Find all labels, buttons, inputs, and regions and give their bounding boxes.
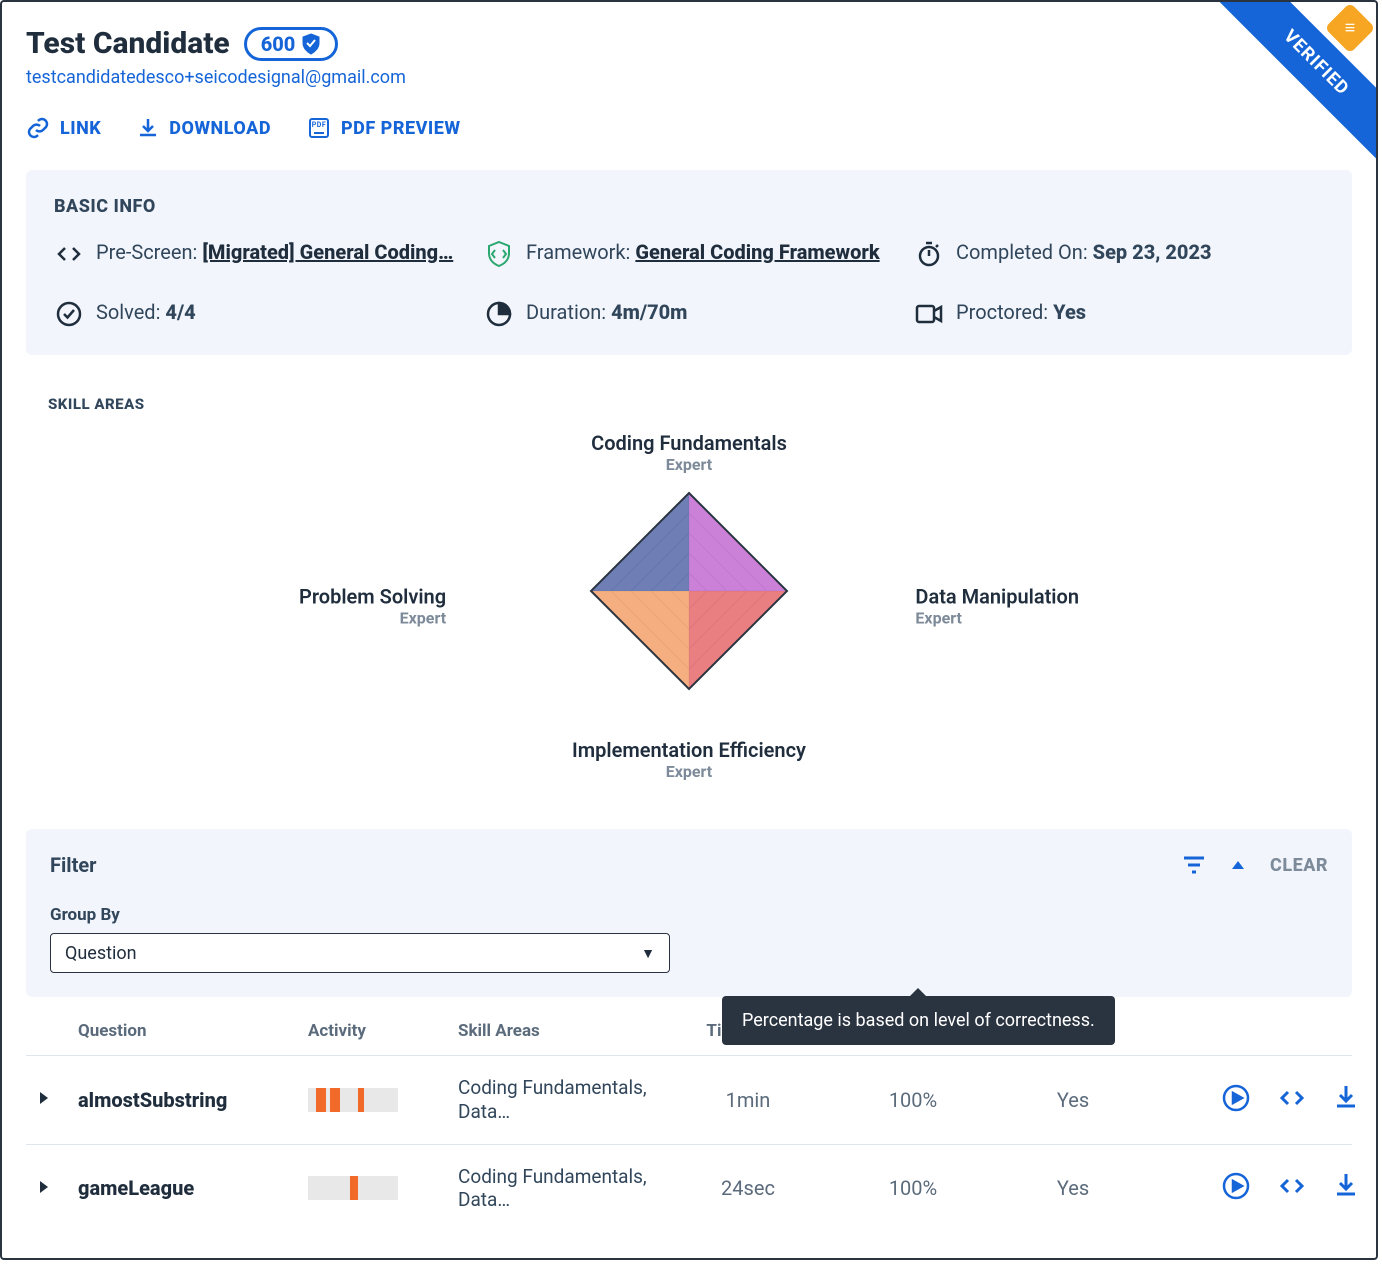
check-circle-icon xyxy=(54,299,84,329)
score-badge: 600 xyxy=(244,27,339,61)
question-name: almostSubstring xyxy=(78,1088,308,1112)
row-time: 24sec xyxy=(658,1176,838,1200)
skill-axis-bottom: Implementation Efficiency Expert xyxy=(572,738,806,781)
skill-areas-title: SKILL AREAS xyxy=(48,395,1330,413)
view-code-button[interactable] xyxy=(1278,1172,1306,1204)
camera-icon xyxy=(914,299,944,329)
groupby-select[interactable]: Question ▼ xyxy=(50,933,670,973)
filter-icon[interactable] xyxy=(1182,855,1206,875)
view-code-button[interactable] xyxy=(1278,1084,1306,1116)
shield-icon xyxy=(301,33,321,55)
groupby-value: Question xyxy=(65,943,137,964)
results-table: Question Activity Skill Areas Time Open … xyxy=(26,1021,1352,1232)
filter-panel: Filter CLEAR Group By Question ▼ xyxy=(26,829,1352,997)
col-question: Question xyxy=(78,1021,308,1041)
link-icon xyxy=(26,116,50,140)
row-skill-areas: Coding Fundamentals, Data… xyxy=(458,1165,658,1213)
row-score: 100% xyxy=(838,1176,988,1200)
svg-text:PDF: PDF xyxy=(312,121,326,129)
row-actions xyxy=(1158,1084,1358,1116)
basic-info-title: BASIC INFO xyxy=(54,196,1324,217)
skill-axis-top: Coding Fundamentals Expert xyxy=(591,431,787,474)
candidate-name: Test Candidate xyxy=(26,26,230,61)
clock-icon xyxy=(484,299,514,329)
row-submitted: Yes xyxy=(988,1088,1158,1112)
collapse-icon[interactable] xyxy=(1230,859,1246,871)
expand-row-button[interactable] xyxy=(38,1179,78,1198)
chevron-down-icon: ▼ xyxy=(641,945,655,962)
candidate-email: testcandidatedesco+seicodesignal@gmail.c… xyxy=(26,67,1352,88)
play-button[interactable] xyxy=(1222,1084,1250,1116)
table-row: gameLeague Coding Fundamentals, Data…24se… xyxy=(26,1144,1352,1233)
activity-bar xyxy=(308,1176,458,1200)
groupby-label: Group By xyxy=(50,905,1328,925)
download-row-button[interactable] xyxy=(1334,1172,1358,1204)
prescreen-link[interactable]: [Migrated] General Coding… xyxy=(202,240,453,264)
skill-axis-left: Problem Solving Expert xyxy=(299,585,446,628)
proctored-value: Yes xyxy=(1053,300,1086,324)
completed-on-value: Sep 23, 2023 xyxy=(1093,240,1212,264)
play-button[interactable] xyxy=(1222,1172,1250,1204)
basic-info-panel: BASIC INFO Pre-Screen: [Migrated] Genera… xyxy=(26,170,1352,355)
score-value: 600 xyxy=(261,32,296,56)
filter-label: Filter xyxy=(50,853,96,877)
stopwatch-icon xyxy=(914,239,944,269)
col-activity: Activity xyxy=(308,1021,458,1041)
expand-row-button[interactable] xyxy=(38,1090,78,1109)
skill-radar-chart: Coding Fundamentals Expert Data Manipula… xyxy=(299,431,1079,781)
row-actions xyxy=(1158,1172,1358,1204)
duration-value: 4m/70m xyxy=(611,300,687,324)
download-row-button[interactable] xyxy=(1334,1084,1358,1116)
download-button[interactable]: DOWNLOAD xyxy=(137,116,271,140)
download-icon xyxy=(137,117,159,139)
pdf-icon: PDF xyxy=(307,116,331,140)
link-button[interactable]: LINK xyxy=(26,116,101,140)
row-submitted: Yes xyxy=(988,1176,1158,1200)
clear-button[interactable]: CLEAR xyxy=(1270,855,1328,876)
question-name: gameLeague xyxy=(78,1176,308,1200)
table-row: almostSubstring Coding Fundamentals, Data… xyxy=(26,1055,1352,1144)
framework-link[interactable]: General Coding Framework xyxy=(635,240,879,264)
row-time: 1min xyxy=(658,1088,838,1112)
skill-areas-panel: SKILL AREAS xyxy=(26,373,1352,811)
solved-value: 4/4 xyxy=(165,300,195,324)
row-score: 100% xyxy=(838,1088,988,1112)
skill-axis-right: Data Manipulation Expert xyxy=(915,585,1079,628)
pdf-preview-button[interactable]: PDF PDF PREVIEW xyxy=(307,116,461,140)
framework-icon xyxy=(484,239,514,269)
activity-bar xyxy=(308,1088,458,1112)
score-tooltip: Percentage is based on level of correctn… xyxy=(722,996,1115,1045)
code-icon xyxy=(54,239,84,269)
row-skill-areas: Coding Fundamentals, Data… xyxy=(458,1076,658,1124)
col-skill: Skill Areas xyxy=(458,1021,658,1041)
